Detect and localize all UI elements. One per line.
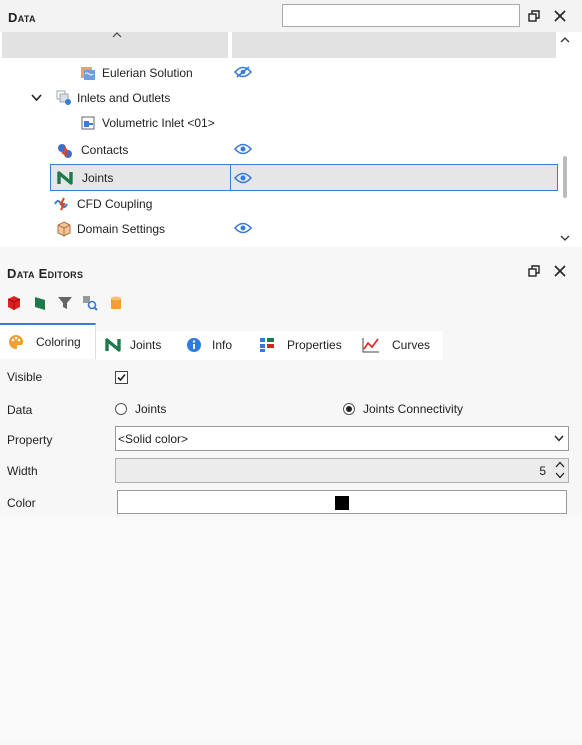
sort-up-icon xyxy=(112,32,122,38)
chevron-down-icon[interactable] xyxy=(31,94,42,102)
tree-item[interactable]: Eulerian Solution xyxy=(0,60,558,85)
property-label: Property xyxy=(7,433,53,447)
editor-toolbar xyxy=(4,295,144,315)
radio-label: Joints xyxy=(135,402,167,416)
tab-label: Joints xyxy=(130,338,162,352)
restore-icon xyxy=(528,10,540,22)
tree-item[interactable]: Contacts xyxy=(0,137,558,162)
tree-item-label: Joints xyxy=(82,171,114,185)
cylinder-icon[interactable] xyxy=(108,295,124,314)
color-picker[interactable] xyxy=(117,490,567,514)
flag-green-icon[interactable] xyxy=(32,295,48,314)
tree-item[interactable]: CFD Coupling xyxy=(0,191,558,216)
property-select[interactable]: <Solid color> xyxy=(115,426,569,451)
radio-button[interactable] xyxy=(115,403,127,415)
width-label: Width xyxy=(7,464,38,478)
inlets-outlets-icon xyxy=(56,90,72,106)
data-panel: Data Eulerian Solution Inlets and Outlet… xyxy=(0,0,582,247)
stepper-down-icon[interactable] xyxy=(555,472,565,479)
tab-label: Info xyxy=(212,338,233,352)
tree-item-label: Contacts xyxy=(81,143,129,157)
restore-button[interactable] xyxy=(527,264,541,278)
data-option-joints-connectivity[interactable]: Joints Connectivity xyxy=(343,402,463,416)
tree-item[interactable]: Domain Settings xyxy=(0,216,558,241)
restore-icon xyxy=(528,265,540,277)
color-label: Color xyxy=(7,496,36,510)
eye-icon[interactable] xyxy=(234,222,252,234)
eye-icon[interactable] xyxy=(234,143,252,155)
tab-properties[interactable]: Properties xyxy=(259,327,342,363)
tree-item-label: Eulerian Solution xyxy=(102,66,193,80)
column-header-name[interactable] xyxy=(2,32,228,58)
info-icon xyxy=(187,338,201,352)
data-option-joints[interactable]: Joints xyxy=(115,402,166,416)
tab-joints[interactable]: Joints xyxy=(104,327,161,363)
data-panel-header: Data xyxy=(0,0,582,32)
eye-hidden-icon[interactable] xyxy=(234,66,252,78)
column-header-visibility[interactable] xyxy=(232,32,556,58)
tab-info[interactable]: Info xyxy=(186,327,232,363)
selection-highlight xyxy=(50,164,558,191)
close-icon xyxy=(554,265,566,277)
tree-column-header xyxy=(0,32,558,59)
radio-button[interactable] xyxy=(343,403,355,415)
selection-divider xyxy=(230,164,231,191)
joints-icon xyxy=(56,170,73,186)
properties-icon xyxy=(260,338,274,352)
tree-item[interactable]: Inlets and Outlets xyxy=(0,85,558,110)
zoom-select-icon[interactable] xyxy=(82,295,98,314)
eye-icon[interactable] xyxy=(234,172,252,184)
search-input[interactable] xyxy=(282,4,520,27)
volumetric-inlet-icon xyxy=(80,115,96,131)
close-button[interactable] xyxy=(553,9,567,23)
tree-item-label: Volumetric Inlet <01> xyxy=(102,116,215,130)
domain-settings-icon xyxy=(56,221,72,237)
contacts-icon xyxy=(56,142,72,158)
tree-item-label: Inlets and Outlets xyxy=(77,91,171,105)
stepper-up-icon[interactable] xyxy=(555,461,565,468)
cube-red-icon[interactable] xyxy=(6,295,22,314)
panel-title: Data xyxy=(8,10,36,25)
property-value: <Solid color> xyxy=(118,432,189,446)
width-value: 5 xyxy=(539,464,546,478)
tab-label: Coloring xyxy=(36,335,81,349)
scrollbar-thumb[interactable] xyxy=(563,156,567,198)
close-icon xyxy=(554,10,566,22)
editor-empty-area xyxy=(0,517,582,739)
close-button[interactable] xyxy=(553,264,567,278)
joints-icon xyxy=(105,338,121,352)
tree-item-label: Domain Settings xyxy=(77,222,166,236)
coloring-form: Visible Data Joints Joints Connectivity … xyxy=(0,360,574,517)
tab-coloring[interactable]: Coloring xyxy=(0,323,96,359)
data-label: Data xyxy=(7,403,33,417)
tree-item-selected[interactable]: Joints xyxy=(0,164,558,191)
data-editors-panel: Data Editors Coloring Joints Info Proper… xyxy=(0,247,582,745)
filter-icon[interactable] xyxy=(57,295,73,314)
tree-item-label: CFD Coupling xyxy=(77,197,153,211)
width-stepper[interactable]: 5 xyxy=(115,458,569,483)
eulerian-solution-icon xyxy=(80,65,96,81)
cfd-coupling-icon xyxy=(54,196,70,212)
panel-title: Data Editors xyxy=(7,266,84,281)
curves-icon xyxy=(362,338,379,353)
radio-label: Joints Connectivity xyxy=(363,402,464,416)
palette-icon xyxy=(9,334,24,349)
chevron-down-icon xyxy=(554,435,564,442)
tab-label: Curves xyxy=(392,338,431,352)
tab-label: Properties xyxy=(287,338,342,352)
tree-scrollbar[interactable] xyxy=(558,32,572,247)
restore-button[interactable] xyxy=(527,9,541,23)
tab-bar: Coloring Joints Info Properties Curves xyxy=(0,323,582,360)
tree-item[interactable]: Volumetric Inlet <01> xyxy=(0,110,558,135)
checkmark-icon xyxy=(117,373,126,382)
visible-checkbox[interactable] xyxy=(115,371,128,384)
scroll-up-icon[interactable] xyxy=(560,36,570,44)
tab-curves[interactable]: Curves xyxy=(362,327,430,363)
color-swatch xyxy=(335,496,349,510)
visible-label: Visible xyxy=(7,370,43,384)
scroll-down-icon[interactable] xyxy=(560,234,570,242)
